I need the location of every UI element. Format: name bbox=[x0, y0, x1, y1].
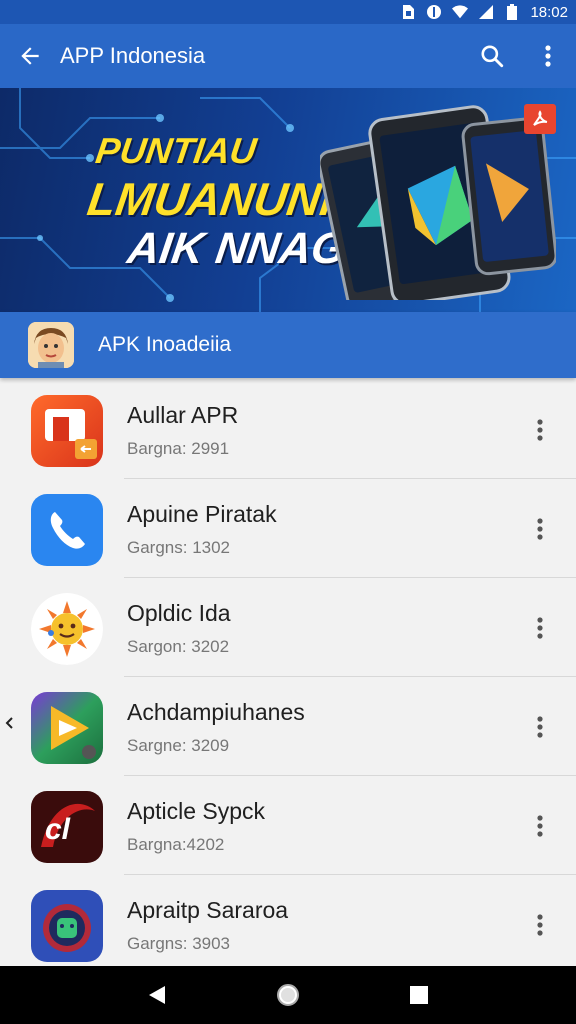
app-meta: Sargon: 3202 bbox=[127, 637, 230, 656]
more-vert-icon bbox=[537, 815, 543, 837]
app-meta: Bargna: 2991 bbox=[127, 439, 230, 458]
section-header: APK Inoadeiia bbox=[0, 312, 576, 378]
signal-icon bbox=[478, 4, 494, 20]
app-icon-robot bbox=[31, 890, 103, 962]
promo-banner[interactable]: PUNTIAU LMUANUNHA AIK NNAGA bbox=[0, 88, 576, 312]
app-icon-sun bbox=[31, 593, 103, 665]
wifi-icon bbox=[452, 4, 469, 20]
banner-headline-line1: PUNTIAU bbox=[93, 130, 259, 171]
sim-card-icon bbox=[400, 4, 416, 20]
app-icon-slides bbox=[31, 395, 103, 467]
list-item[interactable]: Opldic Ida Sargon: 3202 bbox=[0, 578, 576, 677]
list-item[interactable]: Achdampiuhanes Sargne: 3209 bbox=[0, 677, 576, 776]
item-more-button[interactable] bbox=[526, 608, 554, 648]
phones-illustration bbox=[320, 105, 556, 300]
nav-home-button[interactable] bbox=[268, 975, 308, 1015]
more-vert-icon bbox=[537, 518, 543, 540]
avatar[interactable] bbox=[28, 322, 74, 368]
section-title: APK Inoadeiia bbox=[98, 333, 232, 356]
svg-text:cl: cl bbox=[45, 813, 71, 846]
list-item[interactable]: Apraitp Sararoa Gargns: 3903 bbox=[0, 875, 576, 974]
list-item[interactable]: cl Apticle Sypck Bargna:4202 bbox=[0, 776, 576, 875]
list-item[interactable]: Apuine Piratak Gargns: 1302 bbox=[0, 479, 576, 578]
more-vert-icon bbox=[537, 419, 543, 441]
app-name: Apraitp Sararoa bbox=[127, 897, 289, 923]
item-more-button[interactable] bbox=[526, 905, 554, 945]
app-meta: Sargne: 3209 bbox=[127, 736, 230, 755]
more-vert-icon bbox=[545, 45, 551, 67]
search-icon bbox=[481, 45, 504, 68]
app-icon-play bbox=[31, 692, 103, 764]
app-name: Apticle Sypck bbox=[127, 798, 266, 824]
pdf-badge-icon bbox=[524, 104, 556, 134]
triangle-back-icon bbox=[149, 986, 166, 1004]
square-recents-icon bbox=[409, 986, 428, 1004]
app-icon-logo: cl bbox=[31, 791, 103, 863]
overflow-menu-button[interactable] bbox=[520, 24, 576, 88]
nav-recents-button[interactable] bbox=[399, 975, 439, 1015]
app-bar: APP Indonesia bbox=[0, 24, 576, 88]
item-more-button[interactable] bbox=[526, 806, 554, 846]
search-button[interactable] bbox=[464, 24, 520, 88]
arrow-back-icon bbox=[21, 47, 39, 65]
app-name: Apuine Piratak bbox=[127, 501, 277, 527]
system-nav-bar bbox=[0, 966, 576, 1024]
app-list: Aullar APR Bargna: 2991 Apuine Piratak G… bbox=[0, 380, 576, 974]
app-name: Aullar APR bbox=[127, 402, 239, 428]
app-name: Opldic Ida bbox=[127, 600, 231, 626]
status-bar: 18:02 bbox=[0, 0, 576, 24]
more-vert-icon bbox=[537, 617, 543, 639]
item-more-button[interactable] bbox=[526, 509, 554, 549]
more-vert-icon bbox=[537, 914, 543, 936]
circle-home-icon bbox=[276, 984, 299, 1006]
edge-back-chevron-icon[interactable] bbox=[4, 716, 14, 735]
item-more-button[interactable] bbox=[526, 707, 554, 747]
app-icon-phone bbox=[31, 494, 103, 566]
app-meta: Bargna:4202 bbox=[127, 835, 225, 854]
battery-icon bbox=[504, 4, 520, 20]
app-meta: Gargns: 1302 bbox=[127, 538, 231, 557]
list-item[interactable]: Aullar APR Bargna: 2991 bbox=[0, 380, 576, 479]
data-saver-icon bbox=[426, 4, 442, 20]
app-meta: Gargns: 3903 bbox=[127, 934, 231, 953]
app-title: APP Indonesia bbox=[60, 43, 206, 68]
more-vert-icon bbox=[537, 716, 543, 738]
status-time: 18:02 bbox=[530, 3, 568, 21]
app-name: Achdampiuhanes bbox=[127, 699, 305, 725]
nav-back-button[interactable] bbox=[137, 975, 177, 1015]
item-more-button[interactable] bbox=[526, 410, 554, 450]
back-button[interactable] bbox=[0, 24, 60, 88]
